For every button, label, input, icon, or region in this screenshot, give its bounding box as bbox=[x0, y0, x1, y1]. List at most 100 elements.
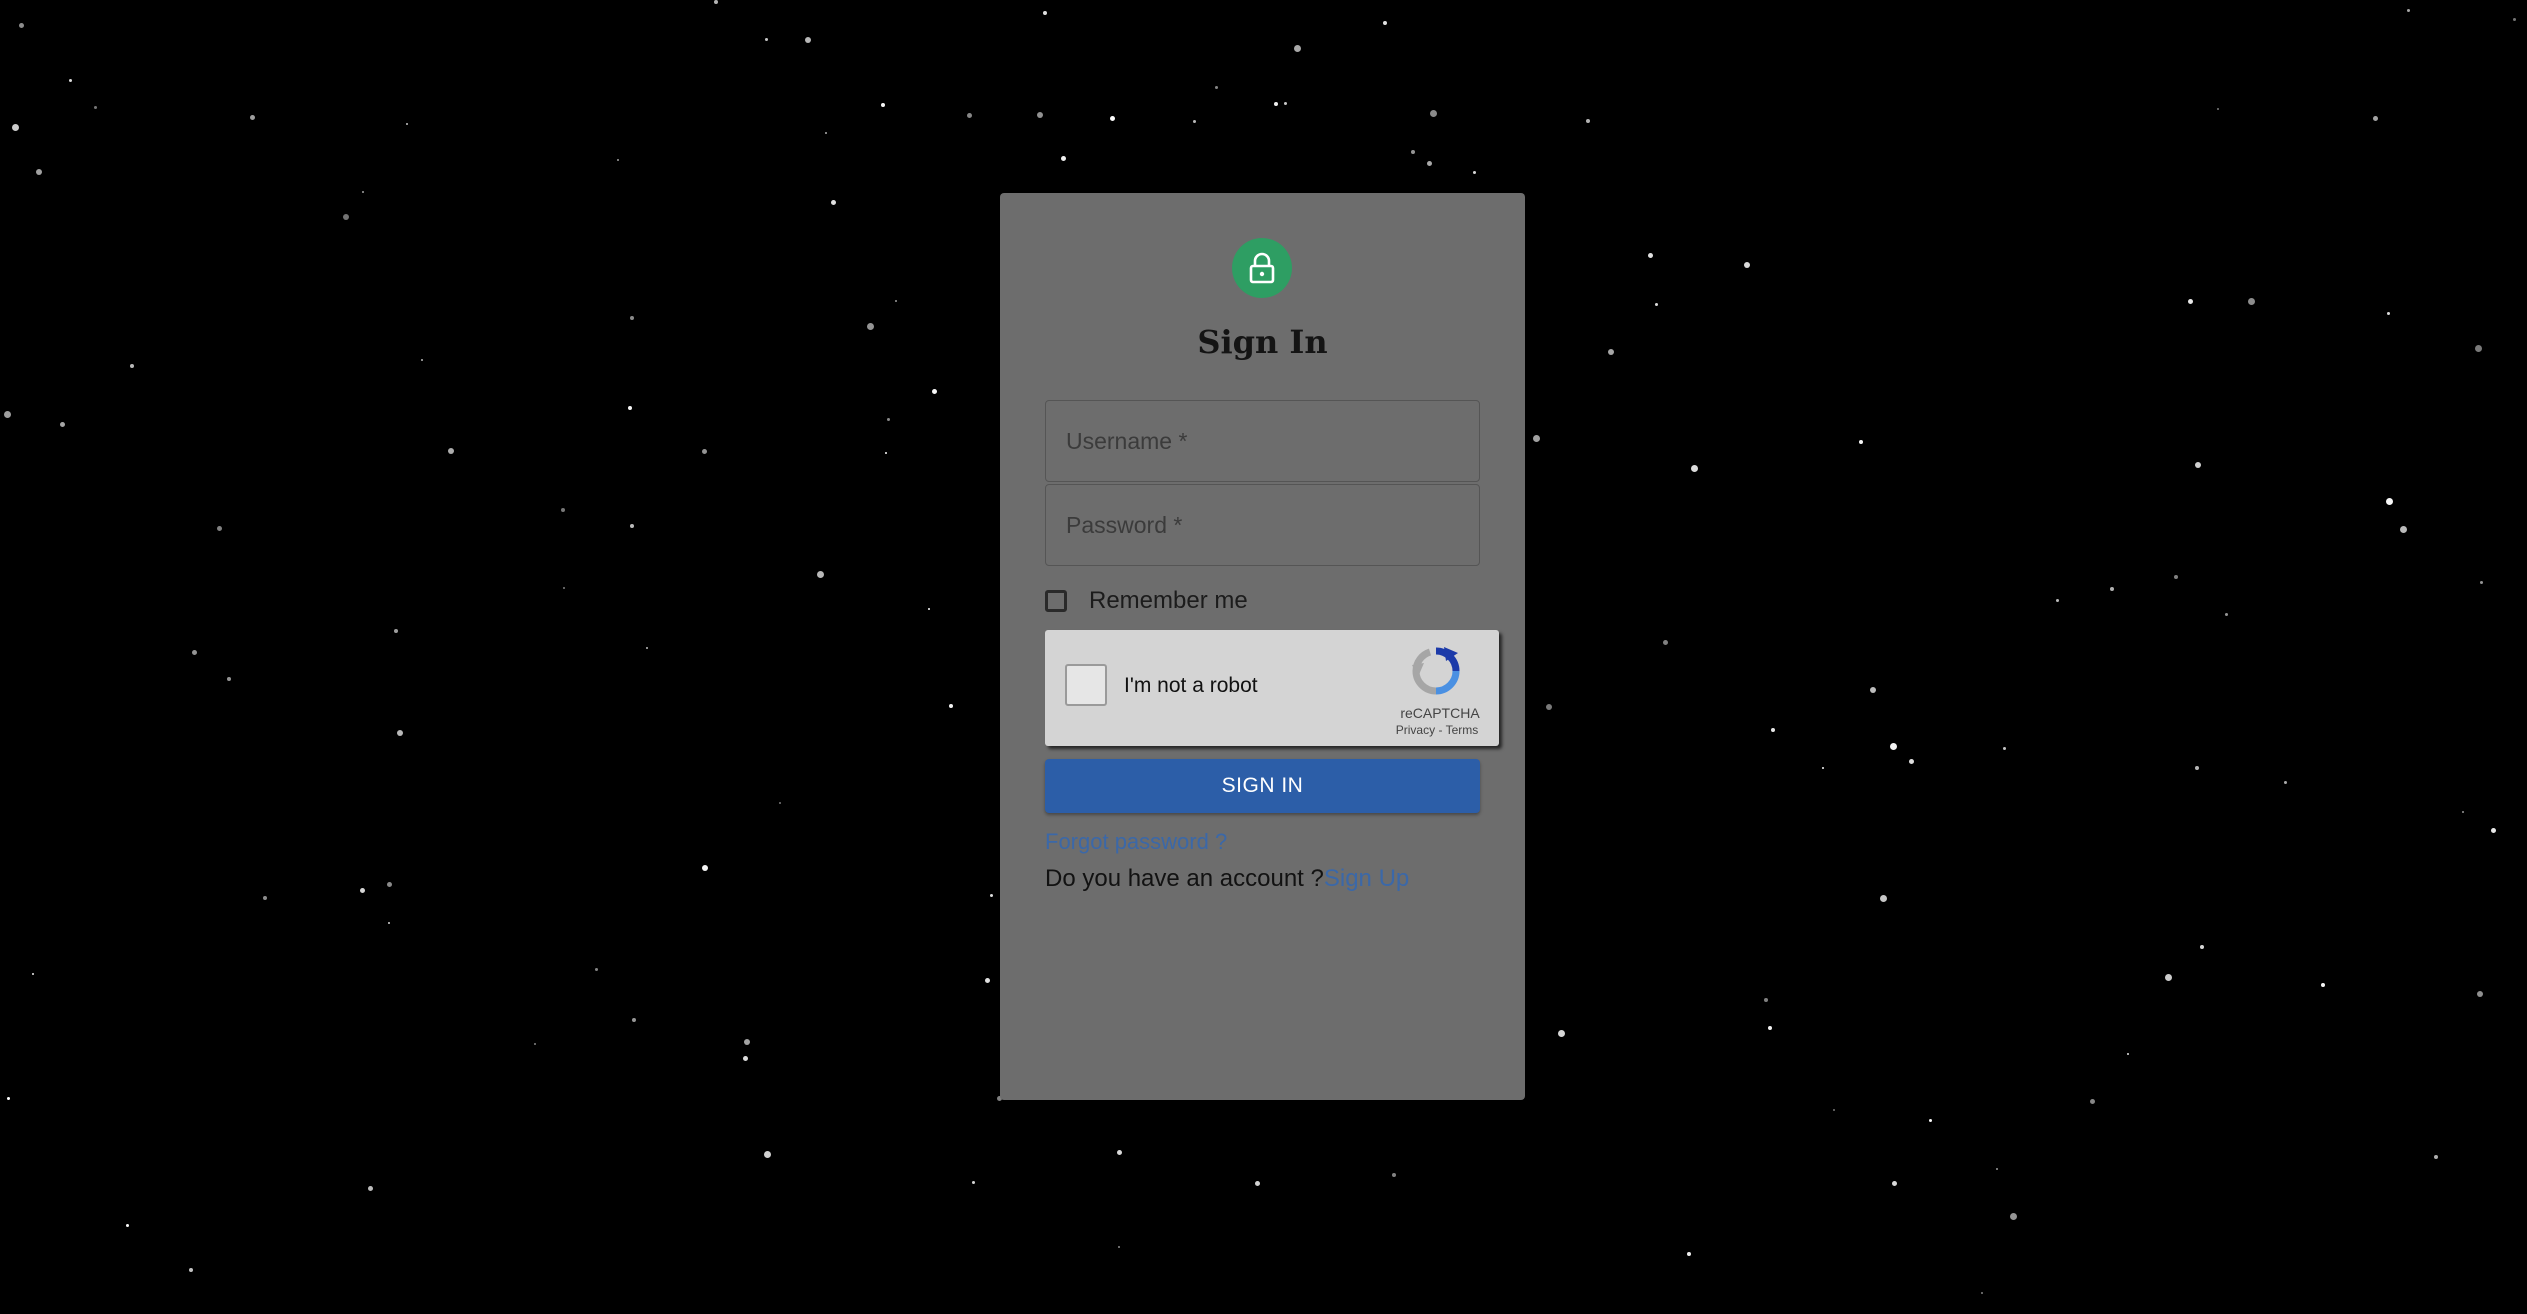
star-dot bbox=[2373, 116, 2378, 121]
star-dot bbox=[1880, 895, 1887, 902]
star-dot bbox=[985, 978, 990, 983]
star-dot bbox=[1996, 1168, 1998, 1170]
star-dot bbox=[2387, 312, 2390, 315]
star-dot bbox=[1193, 120, 1196, 123]
star-dot bbox=[2174, 575, 2178, 579]
star-dot bbox=[881, 103, 885, 107]
username-input[interactable] bbox=[1046, 401, 1479, 481]
star-dot bbox=[702, 865, 708, 871]
star-dot bbox=[2477, 991, 2483, 997]
star-dot bbox=[630, 524, 634, 528]
star-dot bbox=[617, 159, 619, 161]
star-dot bbox=[646, 647, 648, 649]
star-dot bbox=[2217, 108, 2219, 110]
star-dot bbox=[632, 1018, 636, 1022]
star-dot bbox=[32, 973, 34, 975]
star-dot bbox=[19, 23, 24, 28]
star-dot bbox=[563, 587, 565, 589]
star-dot bbox=[189, 1268, 193, 1272]
star-dot bbox=[36, 169, 42, 175]
star-dot bbox=[2056, 599, 2059, 602]
star-dot bbox=[69, 79, 72, 82]
star-dot bbox=[2200, 945, 2204, 949]
remember-me-label: Remember me bbox=[1089, 587, 1248, 614]
recaptcha-link-separator: - bbox=[1435, 723, 1446, 737]
star-dot bbox=[4, 411, 11, 418]
star-dot bbox=[1663, 640, 1668, 645]
star-dot bbox=[387, 882, 392, 887]
star-dot bbox=[388, 922, 390, 924]
star-dot bbox=[1764, 998, 1768, 1002]
recaptcha-links: Privacy - Terms bbox=[1375, 723, 1499, 737]
star-dot bbox=[1870, 687, 1876, 693]
account-prompt-text: Do you have an account ? bbox=[1045, 865, 1324, 892]
star-dot bbox=[1392, 1173, 1396, 1177]
star-dot bbox=[764, 1151, 771, 1158]
star-dot bbox=[1427, 161, 1432, 166]
forgot-password-link[interactable]: Forgot password ? bbox=[1045, 829, 1227, 855]
star-dot bbox=[534, 1043, 536, 1045]
star-dot bbox=[362, 191, 364, 193]
star-dot bbox=[1586, 119, 1590, 123]
account-prompt-row: Do you have an account ?Sign Up bbox=[1045, 865, 1409, 893]
star-dot bbox=[448, 448, 454, 454]
star-dot bbox=[630, 316, 634, 320]
password-field[interactable] bbox=[1045, 484, 1480, 566]
star-dot bbox=[1558, 1030, 1565, 1037]
star-dot bbox=[2480, 581, 2483, 584]
recaptcha-logo-icon bbox=[1412, 647, 1460, 695]
page-title: Sign In bbox=[1197, 323, 1328, 361]
star-dot bbox=[1274, 102, 1278, 106]
recaptcha-checkbox[interactable] bbox=[1065, 664, 1107, 706]
star-dot bbox=[805, 37, 811, 43]
star-dot bbox=[779, 802, 781, 804]
recaptcha-label: I'm not a robot bbox=[1124, 674, 1258, 697]
star-dot bbox=[126, 1224, 129, 1227]
star-dot bbox=[2321, 983, 2325, 987]
remember-me-row[interactable]: Remember me bbox=[1045, 584, 1248, 618]
star-dot bbox=[895, 300, 897, 302]
star-dot bbox=[1655, 303, 1658, 306]
star-dot bbox=[714, 0, 718, 4]
remember-me-checkbox[interactable] bbox=[1045, 590, 1067, 612]
star-dot bbox=[1687, 1252, 1691, 1256]
star-dot bbox=[2513, 18, 2516, 21]
star-dot bbox=[1043, 11, 1047, 15]
star-dot bbox=[2407, 9, 2410, 12]
sign-up-link[interactable]: Sign Up bbox=[1324, 865, 1409, 892]
password-input[interactable] bbox=[1046, 485, 1479, 565]
star-dot bbox=[1117, 1150, 1122, 1155]
star-dot bbox=[2284, 781, 2287, 784]
star-dot bbox=[130, 364, 134, 368]
star-dot bbox=[1909, 759, 1914, 764]
star-dot bbox=[2491, 828, 2496, 833]
star-dot bbox=[1118, 1246, 1120, 1248]
star-dot bbox=[394, 629, 398, 633]
star-dot bbox=[885, 452, 887, 454]
star-dot bbox=[1768, 1026, 1772, 1030]
lock-icon bbox=[1249, 252, 1275, 284]
star-dot bbox=[250, 115, 255, 120]
star-dot bbox=[1215, 86, 1218, 89]
star-dot bbox=[421, 359, 423, 361]
star-dot bbox=[1744, 262, 1750, 268]
star-dot bbox=[2225, 613, 2228, 616]
star-dot bbox=[1533, 435, 1540, 442]
recaptcha-terms-link[interactable]: Terms bbox=[1446, 723, 1479, 737]
star-dot bbox=[2434, 1155, 2438, 1159]
username-field[interactable] bbox=[1045, 400, 1480, 482]
star-dot bbox=[1691, 465, 1698, 472]
star-dot bbox=[928, 608, 930, 610]
star-dot bbox=[217, 526, 222, 531]
star-dot bbox=[765, 38, 768, 41]
star-dot bbox=[1822, 767, 1824, 769]
star-dot bbox=[1648, 253, 1653, 258]
sign-in-button[interactable]: SIGN IN bbox=[1045, 759, 1480, 813]
star-dot bbox=[1255, 1181, 1260, 1186]
recaptcha-privacy-link[interactable]: Privacy bbox=[1396, 723, 1435, 737]
star-dot bbox=[94, 106, 97, 109]
star-dot bbox=[1859, 440, 1863, 444]
sign-in-card: Sign In Remember me I'm not a robot reCA… bbox=[1000, 193, 1525, 1100]
star-dot bbox=[360, 888, 365, 893]
star-dot bbox=[967, 113, 972, 118]
